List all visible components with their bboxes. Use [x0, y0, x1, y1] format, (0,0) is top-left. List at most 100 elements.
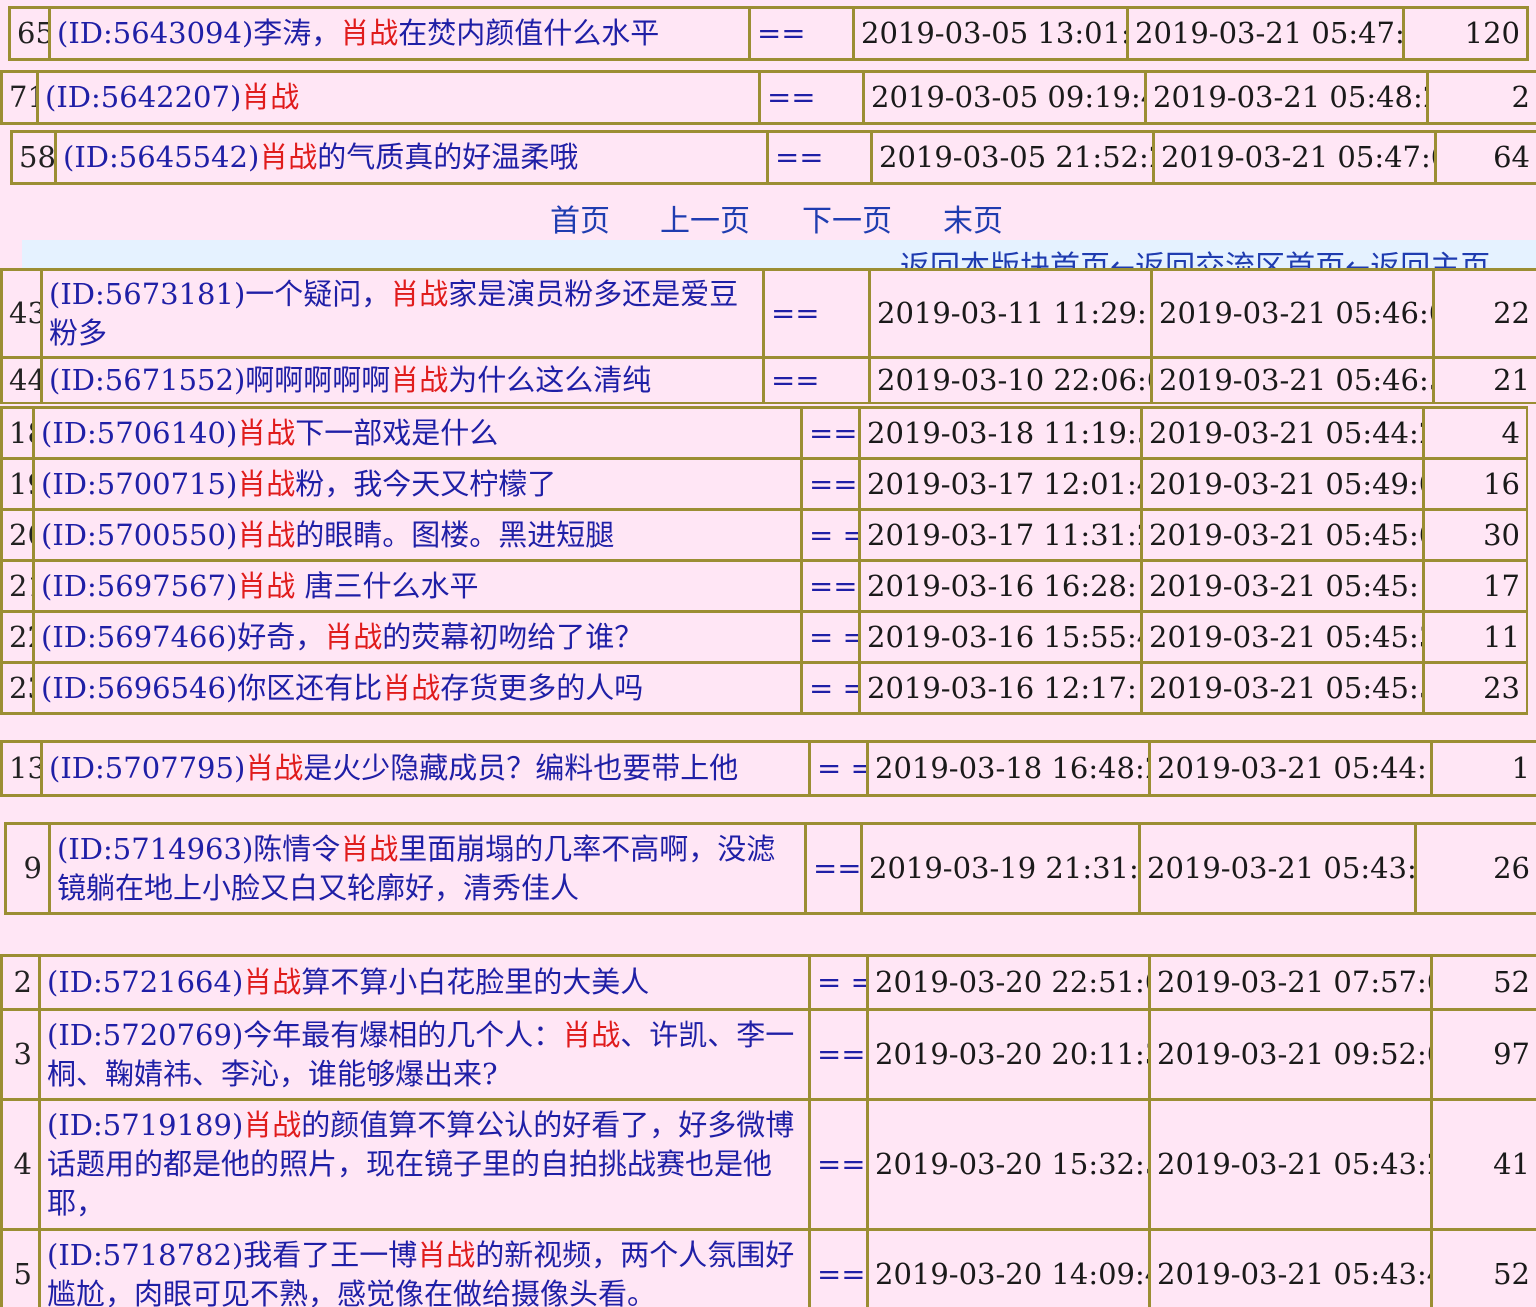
prev-page-link[interactable]: 上一页	[660, 196, 750, 240]
topic-id: (ID:5671552)	[49, 363, 246, 397]
topic-title-link[interactable]: (ID:5700550)肖战的眼睛。图楼。黑进短腿	[32, 508, 803, 562]
topic-title-link[interactable]: (ID:5719189)肖战的颜值算不算公认的好看了，好多微博话题用的都是他的照…	[38, 1098, 811, 1231]
created-time: 2019-03-05 21:52:29	[870, 130, 1155, 185]
last-reply-time: 2019-03-21 05:46:50	[1150, 356, 1435, 404]
last-reply-time: 2019-03-21 05:45:18	[1140, 559, 1425, 613]
topic-title-link[interactable]: (ID:5720769)今年最有爆相的几个人：肖战、许凯、李一桐、鞠婧祎、李沁，…	[38, 1008, 811, 1101]
topic-title-link[interactable]: (ID:5671552)啊啊啊啊啊肖战为什么这么清纯	[40, 356, 765, 404]
keyword-highlight: 肖战	[417, 1237, 476, 1272]
table-row: 5 (ID:5718782)我看了王一博肖战的新视频，两个人氛围好尴尬，肉眼可见不…	[0, 1228, 1536, 1307]
topic-id: (ID:5707795)	[49, 751, 246, 785]
last-reply-time: 2019-03-21 05:45:50	[1140, 661, 1425, 715]
topic-title-link[interactable]: (ID:5700715)肖战粉，我今天又柠檬了	[32, 457, 803, 511]
topic-title-link[interactable]: (ID:5718782)我看了王一博肖战的新视频，两个人氛围好尴尬，肉眼可见不熟…	[38, 1228, 811, 1307]
last-reply-time: 2019-03-21 05:46:06	[1150, 268, 1435, 359]
table-row: 13(ID:5707795)肖战是火少隐藏成员？编料也要带上他= =2019-0…	[0, 740, 1536, 797]
topic-id: (ID:5697567)	[41, 568, 238, 603]
table-row: 18(ID:5706140)肖战下一部戏是什么==2019-03-18 11:1…	[0, 406, 1528, 460]
author-cell[interactable]: ==	[758, 70, 865, 125]
topic-title-link[interactable]: (ID:5645542)肖战的气质真的好温柔哦	[54, 130, 769, 185]
topic-table: 58 (ID:5645542)肖战的气质真的好温柔哦 == 2019-03-05 21…	[10, 130, 1536, 185]
author-cell[interactable]: = =	[808, 954, 869, 1011]
keyword-highlight: 肖战	[237, 517, 296, 552]
topic-id: (ID:5720769)	[47, 1017, 244, 1052]
topic-table: 13(ID:5707795)肖战是火少隐藏成员？编料也要带上他= =2019-0…	[0, 740, 1536, 797]
author-cell[interactable]: ==	[800, 559, 861, 613]
topic-title-link[interactable]: (ID:5696546)你区还有比肖战存货更多的人吗	[32, 661, 803, 715]
author-cell[interactable]: ==	[748, 6, 855, 61]
topic-id: (ID:5700550)	[41, 517, 238, 552]
topic-id: (ID:5700715)	[41, 466, 238, 501]
last-reply-time: 2019-03-21 05:43:59	[1138, 822, 1417, 915]
keyword-highlight: 肖战	[562, 1017, 621, 1052]
row-number: 43	[0, 268, 43, 359]
screenshot-fragment: 9 (ID:5714963)陈情令肖战里面崩塌的几率不高啊，没滤镜躺在地上小脸又白…	[4, 822, 1536, 952]
row-number: 71	[0, 70, 39, 125]
author-cell[interactable]: ==	[804, 822, 863, 915]
reply-count: 64	[1434, 130, 1536, 185]
author-cell[interactable]: ==	[808, 1098, 869, 1231]
topic-title-link[interactable]: (ID:5642207)肖战	[36, 70, 761, 125]
topic-title-link[interactable]: (ID:5707795)肖战是火少隐藏成员？编料也要带上他	[40, 740, 811, 797]
row-number: 18	[0, 406, 35, 460]
author-cell[interactable]: = =	[808, 740, 869, 797]
keyword-highlight: 肖战	[340, 831, 399, 866]
author-cell[interactable]: ==	[808, 1008, 869, 1101]
created-time: 2019-03-20 22:51:04	[866, 954, 1151, 1011]
title-prefix: 啊啊啊啊啊	[245, 363, 391, 397]
row-number: 13	[0, 740, 43, 797]
last-page-link[interactable]: 末页	[943, 196, 1003, 240]
title-prefix: 李涛，	[253, 16, 341, 50]
reply-count: 26	[1414, 822, 1536, 915]
topic-title-link[interactable]: (ID:5697466)好奇，肖战的荧幕初吻给了谁？	[32, 610, 803, 664]
reply-count: 22	[1432, 268, 1536, 359]
keyword-highlight: 肖战	[243, 965, 302, 999]
created-time: 2019-03-17 11:31:21	[858, 508, 1143, 562]
keyword-highlight: 肖战	[382, 670, 441, 705]
author-cell[interactable]: = =	[800, 508, 861, 562]
title-suffix: 的荧幕初吻给了谁？	[382, 619, 644, 654]
back-links[interactable]: 返回本版块首页←返回交流区首页←返回主页	[900, 242, 1490, 268]
topic-table: 71(ID:5642207)肖战==2019-03-05 09:19:49201…	[0, 70, 1536, 125]
next-page-link[interactable]: 下一页	[802, 196, 892, 240]
topic-title-link[interactable]: (ID:5673181)一个疑问，肖战家是演员粉多还是爱豆粉多	[40, 268, 765, 359]
reply-count: 52	[1430, 954, 1536, 1011]
table-row: 22(ID:5697466)好奇，肖战的荧幕初吻给了谁？= =2019-03-1…	[0, 610, 1528, 664]
topic-title-link[interactable]: (ID:5714963)陈情令肖战里面崩塌的几率不高啊，没滤镜躺在地上小脸又白又…	[48, 822, 807, 915]
topic-id: (ID:5719189)	[47, 1108, 244, 1142]
reply-count: 97	[1430, 1008, 1536, 1101]
topic-title-link[interactable]: (ID:5697567)肖战 唐三什么水平	[32, 559, 803, 613]
table-row: 4 (ID:5719189)肖战的颜值算不算公认的好看了，好多微博话题用的都是他的…	[0, 1098, 1536, 1231]
last-reply-time: 2019-03-21 05:43:23	[1148, 1098, 1433, 1231]
keyword-highlight: 肖战	[237, 415, 296, 450]
author-cell[interactable]: = =	[800, 661, 861, 715]
author-cell[interactable]: ==	[800, 406, 861, 460]
author-cell[interactable]: ==	[766, 130, 873, 185]
topic-title-link[interactable]: (ID:5706140)肖战下一部戏是什么	[32, 406, 803, 460]
author-cell[interactable]: ==	[800, 457, 861, 511]
row-number: 3	[0, 1008, 41, 1101]
reply-count: 21	[1432, 356, 1536, 404]
last-reply-time: 2019-03-21 09:52:05	[1148, 1008, 1433, 1101]
screenshot-fragment: 65(ID:5643094)李涛，肖战在焚内颜值什么水平==2019-03-05…	[8, 6, 1536, 68]
author-cell[interactable]: ==	[762, 356, 871, 404]
author-cell[interactable]: ==	[762, 268, 871, 359]
first-page-link[interactable]: 首页	[550, 196, 610, 240]
screenshot-fragment: 13(ID:5707795)肖战是火少隐藏成员？编料也要带上他= =2019-0…	[0, 740, 1536, 820]
topic-id: (ID:5645542)	[63, 140, 260, 174]
reply-count: 11	[1422, 610, 1528, 664]
topic-title-link[interactable]: (ID:5643094)李涛，肖战在焚内颜值什么水平	[48, 6, 751, 61]
author-cell[interactable]: = =	[800, 610, 861, 664]
screenshot-fragment: 18(ID:5706140)肖战下一部戏是什么==2019-03-18 11:1…	[0, 406, 1528, 718]
row-number: 2	[0, 954, 41, 1011]
title-suffix: 唐三什么水平	[295, 568, 479, 603]
topic-title-link[interactable]: (ID:5721664)肖战算不算小白花脸里的大美人	[38, 954, 811, 1011]
row-number: 4	[0, 1098, 41, 1231]
title-suffix: 为什么这么清纯	[448, 363, 652, 397]
created-time: 2019-03-20 15:32:52	[866, 1098, 1151, 1231]
title-prefix: 今年最有爆相的几个人：	[243, 1017, 563, 1052]
keyword-highlight: 肖战	[324, 619, 383, 654]
author-cell[interactable]: ==	[808, 1228, 869, 1307]
topic-table: 43(ID:5673181)一个疑问，肖战家是演员粉多还是爱豆粉多== 2019-…	[0, 268, 1536, 404]
last-reply-time: 2019-03-21 05:45:01	[1140, 508, 1425, 562]
